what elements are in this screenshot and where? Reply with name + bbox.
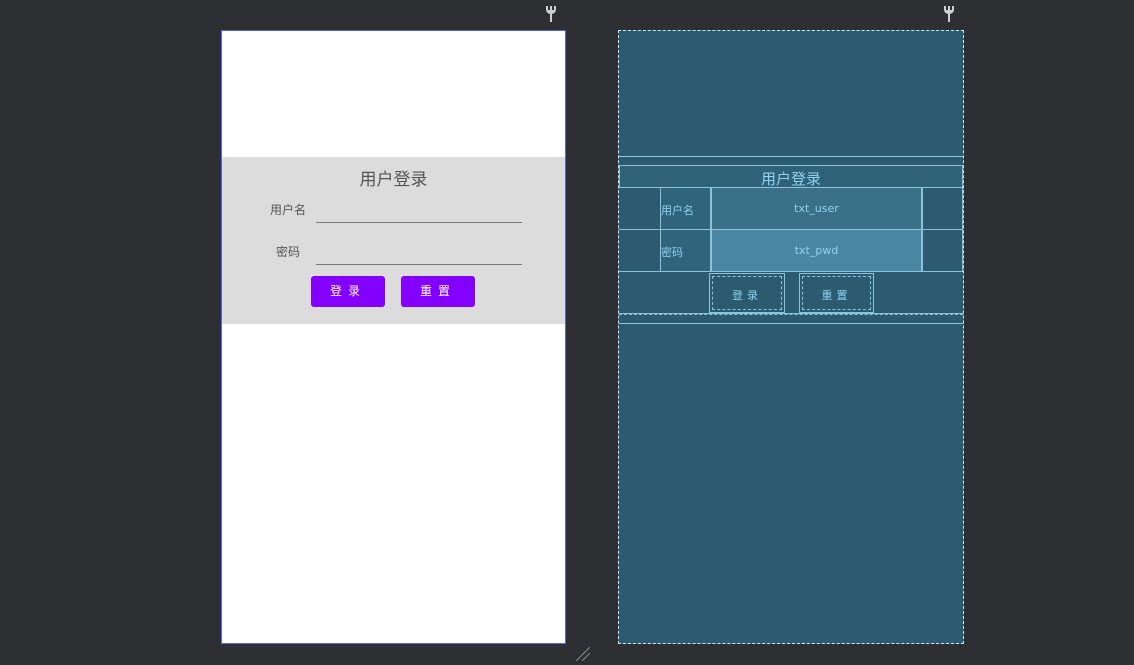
blueprint-pwd-id: txt_pwd (794, 244, 839, 257)
login-form-panel: 用户登录 用户名 密码 登录 重置 (222, 157, 565, 324)
blueprint-login-label: 登录 (732, 289, 762, 302)
blueprint-bottom-spacer (619, 314, 963, 324)
wrench-icon[interactable] (942, 5, 956, 23)
blueprint-password-input[interactable]: txt_pwd (711, 229, 922, 272)
blueprint-login-button[interactable]: 登录 (709, 273, 785, 313)
username-underline (316, 222, 522, 223)
wrench-icon[interactable] (544, 5, 558, 23)
username-input[interactable] (316, 193, 522, 223)
blueprint-preview[interactable]: 用户登录 用户名 txt_user 密码 txt_pwd 登录 重置 (618, 30, 964, 644)
blueprint-password-right-spacer (922, 229, 963, 272)
blueprint-username-input[interactable]: txt_user (711, 187, 922, 230)
blueprint-title-row: 用户登录 (619, 165, 963, 188)
blueprint-username-label: 用户名 (661, 204, 694, 217)
username-label: 用户名 (269, 203, 306, 217)
blueprint-title: 用户登录 (760, 170, 821, 188)
form-title: 用户登录 (359, 170, 428, 190)
blueprint-username-right-spacer (922, 187, 963, 230)
blueprint-password-label-box: 密码 (660, 229, 711, 272)
password-input[interactable] (316, 235, 522, 265)
reset-button[interactable]: 重置 (401, 276, 475, 307)
blueprint-password-label: 密码 (661, 246, 683, 259)
blueprint-user-id: txt_user (794, 202, 839, 215)
resize-handle-icon[interactable] (574, 646, 591, 662)
blueprint-buttons-row (619, 271, 963, 314)
password-underline (316, 264, 522, 265)
blueprint-reset-button[interactable]: 重置 (799, 273, 874, 313)
design-preview[interactable]: 用户登录 用户名 密码 登录 重置 (221, 30, 566, 644)
blueprint-username-label-box: 用户名 (660, 187, 711, 230)
login-button[interactable]: 登录 (311, 276, 385, 307)
blueprint-reset-label: 重置 (821, 289, 852, 302)
password-label: 密码 (275, 245, 300, 259)
